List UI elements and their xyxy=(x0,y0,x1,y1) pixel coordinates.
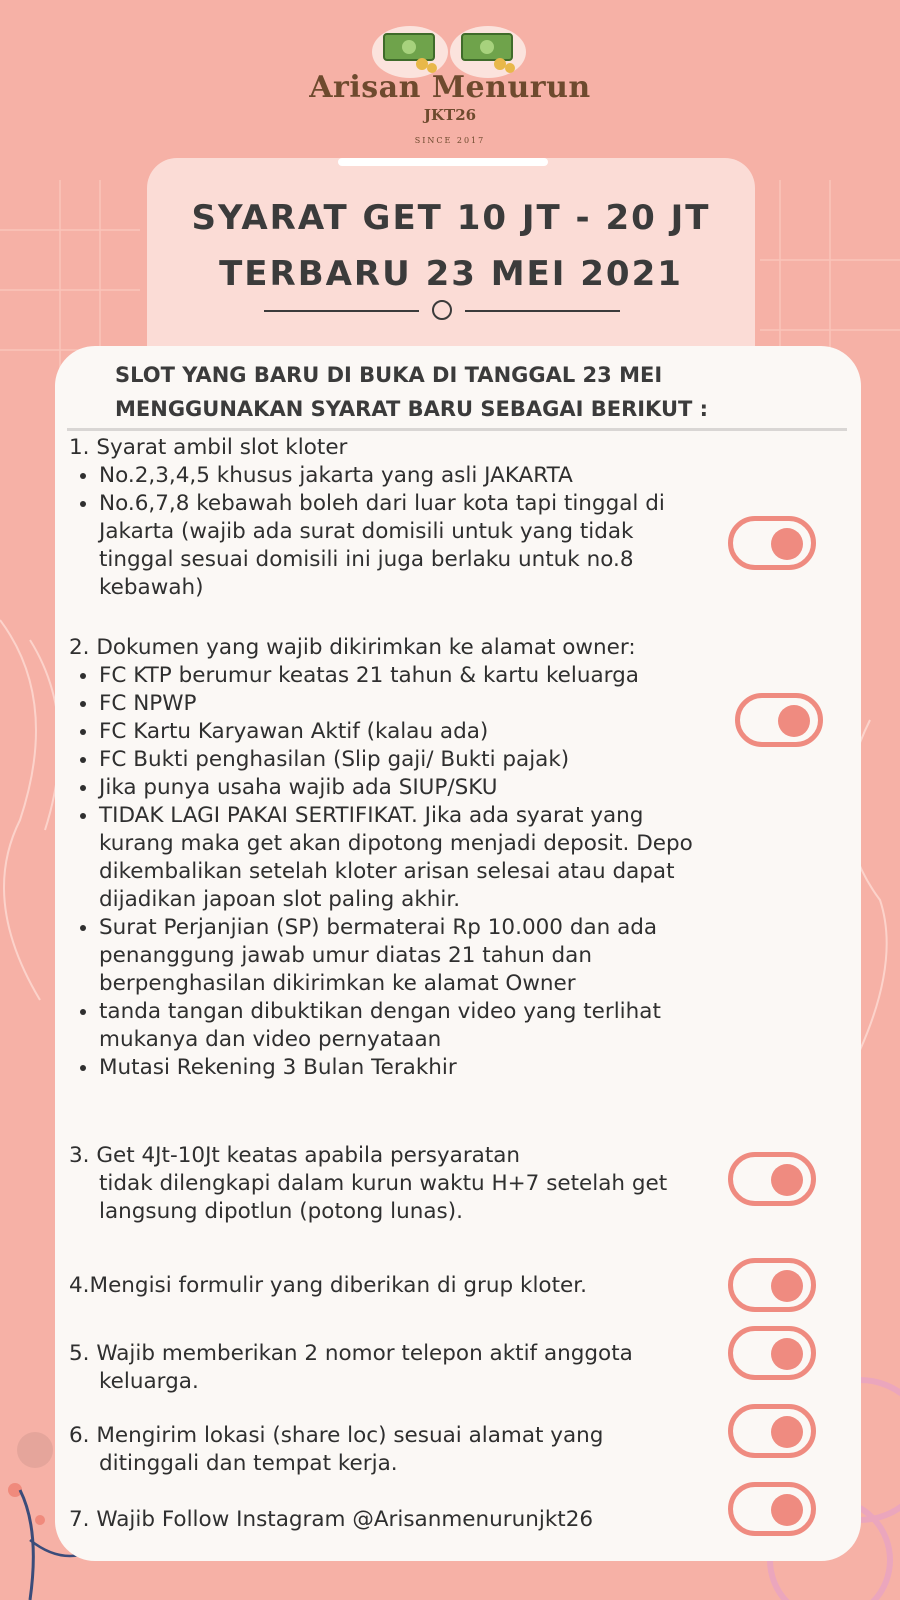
rule-3: 3. Get 4Jt-10Jt keatas apabila persyarat… xyxy=(69,1142,669,1226)
toggle-knob xyxy=(771,528,803,560)
rule-2-toggle[interactable] xyxy=(735,693,823,747)
rule-5-continuation: keluarga. xyxy=(99,1369,199,1394)
rule-1-heading: 1. Syarat ambil slot kloter xyxy=(69,435,348,460)
page-title-line-2: TERBARU 23 MEI 2021 xyxy=(219,254,683,294)
list-item: tanda tangan dibuktikan dengan video yan… xyxy=(99,998,709,1054)
divider-left xyxy=(264,310,419,312)
rule-2-list: FC KTP berumur keatas 21 tahun & kartu k… xyxy=(69,662,709,1082)
rule-7-toggle[interactable] xyxy=(728,1482,816,1536)
intro-text: SLOT YANG BARU DI BUKA DI TANGGAL 23 MEI… xyxy=(115,358,815,426)
toggle-knob xyxy=(771,1164,803,1196)
intro-line-2: MENGGUNAKAN SYARAT BARU SEBAGAI BERIKUT … xyxy=(115,397,709,421)
rule-3-toggle[interactable] xyxy=(728,1152,816,1206)
rule-6-continuation: ditinggali dan tempat kerja. xyxy=(99,1451,398,1476)
rule-6-heading: 6. Mengirim lokasi (share loc) sesuai al… xyxy=(69,1423,604,1448)
rule-6: 6. Mengirim lokasi (share loc) sesuai al… xyxy=(69,1422,709,1478)
list-item: Surat Perjanjian (SP) bermaterai Rp 10.0… xyxy=(99,914,709,998)
rule-2-heading: 2. Dokumen yang wajib dikirimkan ke alam… xyxy=(69,635,636,660)
list-item: FC Bukti penghasilan (Slip gaji/ Bukti p… xyxy=(99,746,709,774)
rule-4-toggle[interactable] xyxy=(728,1258,816,1312)
rule-1-toggle[interactable] xyxy=(728,516,816,570)
list-item: No.2,3,4,5 khusus jakarta yang asli JAKA… xyxy=(99,462,709,490)
list-item: TIDAK LAGI PAKAI SERTIFIKAT. Jika ada sy… xyxy=(99,802,709,914)
rule-7-heading: 7. Wajib Follow Instagram @Arisanmenurun… xyxy=(69,1507,594,1532)
page-title-line-1: SYARAT GET 10 JT - 20 JT xyxy=(191,198,711,238)
rule-1: 1. Syarat ambil slot kloter No.2,3,4,5 k… xyxy=(69,434,709,602)
list-item: Mutasi Rekening 3 Bulan Terakhir xyxy=(99,1054,709,1082)
list-item: Jika punya usaha wajib ada SIUP/SKU xyxy=(99,774,709,802)
list-item: No.6,7,8 kebawah boleh dari luar kota ta… xyxy=(99,490,709,602)
toggle-knob xyxy=(771,1270,803,1302)
logo-title: Arisan Menurun xyxy=(309,70,591,105)
logo-since: SINCE 2017 xyxy=(414,136,486,145)
rule-6-toggle[interactable] xyxy=(728,1404,816,1458)
divider-right xyxy=(465,310,620,312)
list-item: FC KTP berumur keatas 21 tahun & kartu k… xyxy=(99,662,709,690)
rule-3-continuation: tidak dilengkapi dalam kurun waktu H+7 s… xyxy=(99,1171,668,1224)
rule-7: 7. Wajib Follow Instagram @Arisanmenurun… xyxy=(69,1506,709,1534)
rule-5-heading: 5. Wajib memberikan 2 nomor telepon akti… xyxy=(69,1341,633,1366)
toggle-knob xyxy=(778,705,810,737)
rule-1-list: No.2,3,4,5 khusus jakarta yang asli JAKA… xyxy=(69,462,709,602)
rule-5-toggle[interactable] xyxy=(728,1326,816,1380)
list-item: FC NPWP xyxy=(99,690,709,718)
rule-4: 4.Mengisi formulir yang diberikan di gru… xyxy=(69,1272,709,1300)
list-item: FC Kartu Karyawan Aktif (kalau ada) xyxy=(99,718,709,746)
toggle-knob xyxy=(771,1416,803,1448)
rule-4-heading: 4.Mengisi formulir yang diberikan di gru… xyxy=(69,1273,587,1298)
toggle-knob xyxy=(771,1338,803,1370)
rule-2: 2. Dokumen yang wajib dikirimkan ke alam… xyxy=(69,634,709,1082)
rule-3-heading: 3. Get 4Jt-10Jt keatas apabila persyarat… xyxy=(69,1143,521,1168)
intro-line-1: SLOT YANG BARU DI BUKA DI TANGGAL 23 MEI xyxy=(115,363,663,387)
title-card-tab xyxy=(338,158,548,166)
rule-5: 5. Wajib memberikan 2 nomor telepon akti… xyxy=(69,1340,709,1396)
rules-card: SLOT YANG BARU DI BUKA DI TANGGAL 23 MEI… xyxy=(55,346,861,1561)
logo-subtitle: JKT26 xyxy=(423,106,477,124)
intro-divider xyxy=(67,428,847,431)
divider-circle xyxy=(432,300,452,320)
toggle-knob xyxy=(771,1494,803,1526)
